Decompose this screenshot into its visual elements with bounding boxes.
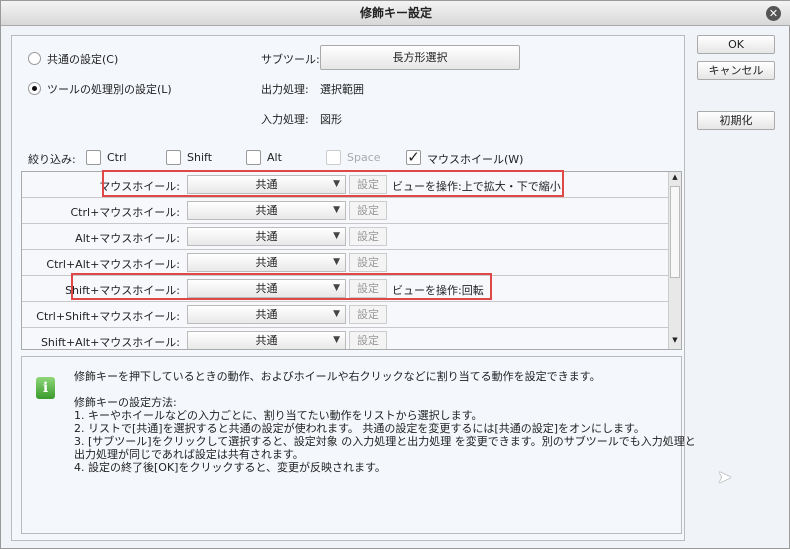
mouse-cursor-icon: ➤ (717, 467, 733, 488)
action-select[interactable]: 共通 ▼ (187, 305, 346, 324)
filter-ctrl-label: Ctrl (107, 151, 127, 164)
radio-per-tool[interactable] (28, 82, 41, 95)
action-select[interactable]: 共通 ▼ (187, 331, 346, 349)
filter-space-checkbox[interactable] (326, 150, 341, 165)
radio-common[interactable] (28, 52, 41, 65)
close-icon[interactable]: ✕ (766, 6, 781, 21)
scroll-thumb[interactable] (670, 186, 680, 278)
filter-alt-checkbox[interactable] (246, 150, 261, 165)
action-select-value: 共通 (255, 230, 278, 243)
row-label: Alt+マウスホイール: (75, 232, 180, 245)
filter-label: 絞り込み: (28, 153, 76, 166)
cancel-button[interactable]: キャンセル (697, 61, 775, 80)
highlight-box (71, 273, 492, 300)
input-label: 入力処理: (261, 113, 309, 126)
dialog-title: 修飾キー設定 (359, 6, 432, 20)
info-step: 3. [サブツール]をクリックして選択すると、設定対象 の入力処理と出力処理 を… (74, 435, 696, 448)
filter-shift-checkbox[interactable] (166, 150, 181, 165)
subtool-button[interactable]: 長方形選択 (320, 45, 520, 70)
action-select[interactable]: 共通 ▼ (187, 253, 346, 272)
output-value: 選択範囲 (320, 83, 364, 96)
action-select-value: 共通 (255, 334, 278, 347)
filter-wheel-checkbox[interactable]: ✓ (406, 150, 421, 165)
chevron-down-icon: ▼ (333, 309, 340, 319)
set-button[interactable]: 設定 (349, 201, 387, 220)
radio-per-tool-label: ツールの処理別の設定(L) (47, 83, 172, 96)
row-label: Ctrl+マウスホイール: (70, 206, 181, 219)
action-select-value: 共通 (255, 204, 278, 217)
set-button[interactable]: 設定 (349, 305, 387, 324)
scroll-up-icon[interactable]: ▲ (670, 173, 680, 185)
action-select[interactable]: 共通 ▼ (187, 227, 346, 246)
scrollbar[interactable]: ▲ ▼ (668, 172, 681, 349)
modifier-list: ▲ ▼ マウスホイール: 共通 ▼ 設定 ビューを操作:上で拡大・下で縮小 Ctrl… (21, 171, 682, 350)
subtool-label: サブツール: (261, 53, 320, 66)
info-step: 4. 設定の終了後[OK]をクリックすると、変更が反映されます。 (74, 461, 386, 474)
set-button[interactable]: 設定 (349, 227, 387, 246)
row-label: Shift+Alt+マウスホイール: (40, 336, 180, 349)
filter-alt-label: Alt (267, 151, 282, 164)
reset-button[interactable]: 初期化 (697, 111, 775, 130)
row-label: Ctrl+Alt+マウスホイール: (46, 258, 180, 271)
list-row: Ctrl+Shift+マウスホイール: 共通 ▼ 設定 (22, 302, 668, 328)
set-button[interactable]: 設定 (349, 253, 387, 272)
chevron-down-icon: ▼ (333, 231, 340, 241)
info-icon: i (36, 377, 55, 399)
ok-button[interactable]: OK (697, 35, 775, 54)
chevron-down-icon: ▼ (333, 335, 340, 345)
info-intro: 修飾キーを押下しているときの動作、およびホイールや右クリックなどに割り当てる動作… (74, 370, 601, 383)
filter-shift-label: Shift (187, 151, 213, 164)
radio-common-label: 共通の設定(C) (47, 53, 119, 66)
scroll-down-icon[interactable]: ▼ (670, 336, 680, 348)
info-step: 出力処理が同じであれば設定は共有されます。 (74, 448, 304, 461)
action-select[interactable]: 共通 ▼ (187, 201, 346, 220)
info-step: 2. リストで[共通]を選択すると共通の設定が使われます。 共通の設定を変更する… (74, 422, 645, 435)
info-step: 1. キーやホイールなどの入力ごとに、割り当てたい動作をリストから選択します。 (74, 409, 483, 422)
output-label: 出力処理: (261, 83, 309, 96)
info-heading: 修飾キーの設定方法: (74, 396, 177, 409)
set-button[interactable]: 設定 (349, 331, 387, 349)
input-value: 図形 (320, 113, 342, 126)
list-row: Ctrl+マウスホイール: 共通 ▼ 設定 (22, 198, 668, 224)
filter-ctrl-checkbox[interactable] (86, 150, 101, 165)
row-label: Ctrl+Shift+マウスホイール: (36, 310, 180, 323)
highlight-box (102, 170, 564, 197)
info-box: i 修飾キーを押下しているときの動作、およびホイールや右クリックなどに割り当てる… (21, 356, 696, 534)
chevron-down-icon: ▼ (333, 205, 340, 215)
list-row: Alt+マウスホイール: 共通 ▼ 設定 (22, 224, 668, 250)
title-bar: 修飾キー設定 (1, 1, 790, 26)
action-select-value: 共通 (255, 256, 278, 269)
chevron-down-icon: ▼ (333, 257, 340, 267)
action-select-value: 共通 (255, 308, 278, 321)
list-row: Shift+Alt+マウスホイール: 共通 ▼ 設定 (22, 328, 668, 349)
filter-space-label: Space (347, 151, 381, 164)
filter-wheel-label: マウスホイール(W) (427, 153, 524, 166)
